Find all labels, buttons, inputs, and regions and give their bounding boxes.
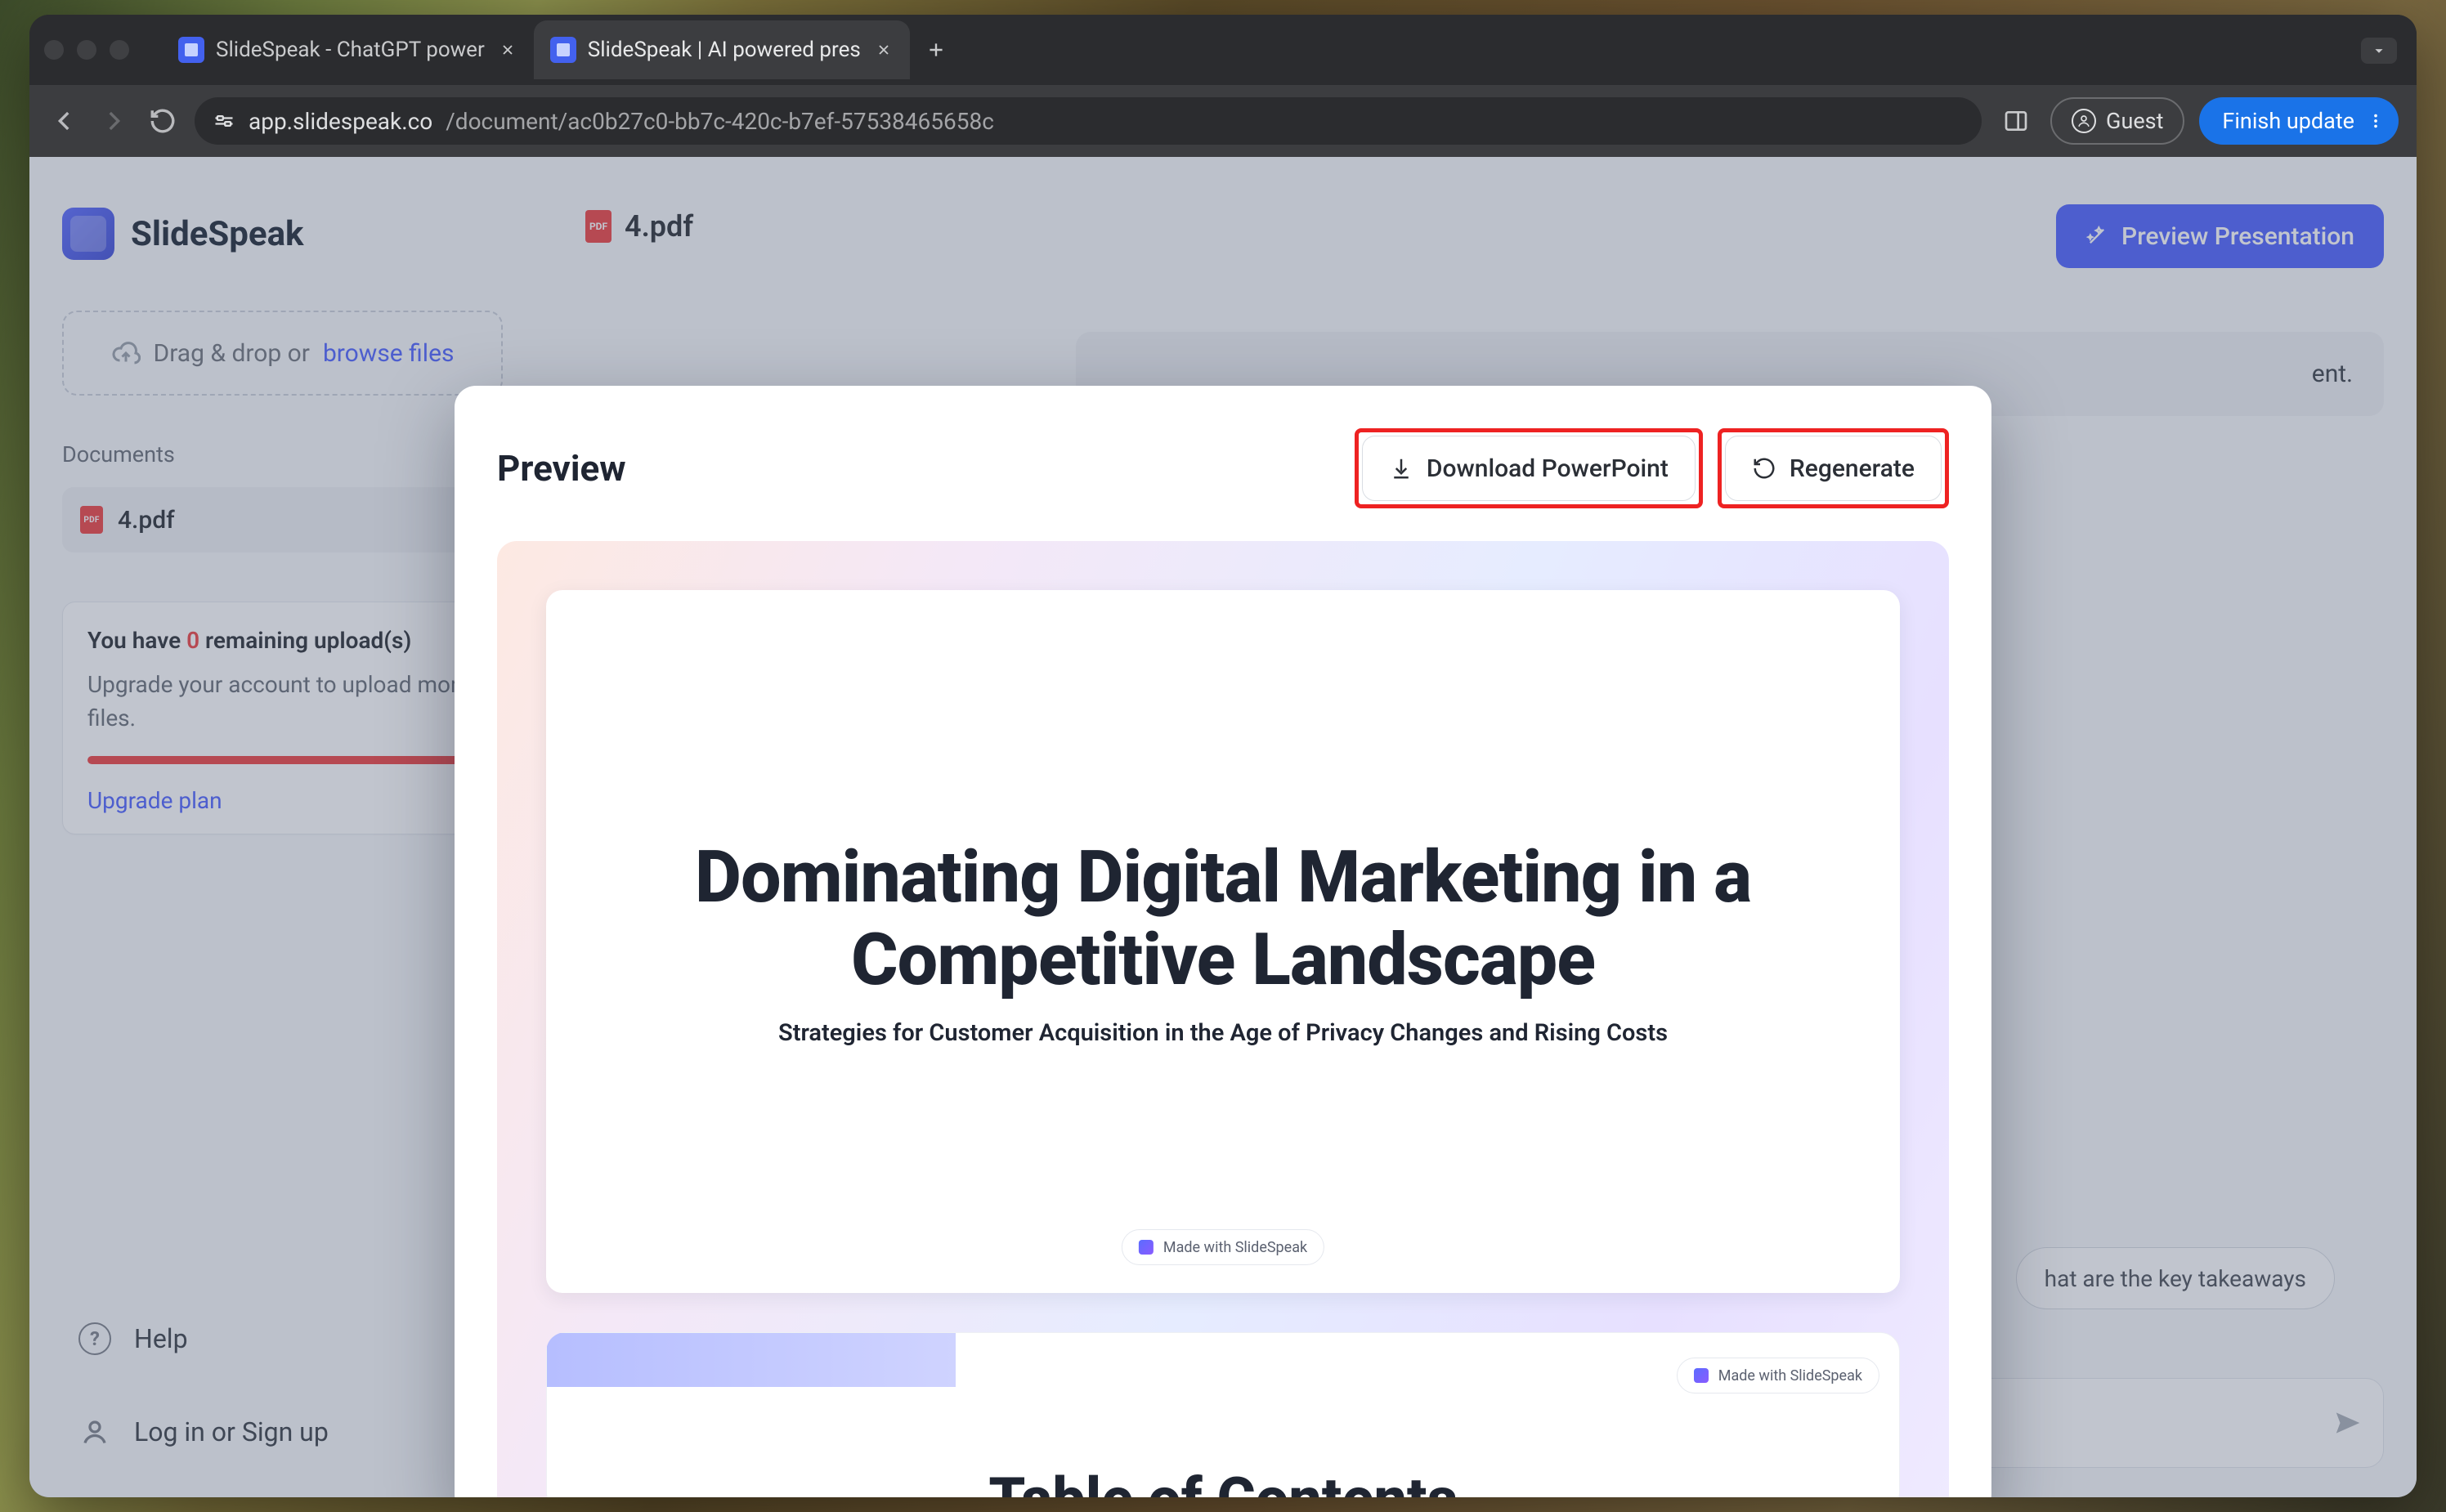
tab-label: SlideSpeak - ChatGPT power (216, 38, 485, 62)
slide-2-title: Table of Contents (988, 1465, 1457, 1497)
site-settings-icon[interactable] (213, 110, 235, 132)
made-with-label: Made with SlideSpeak (1718, 1367, 1862, 1385)
slide-2-accent (547, 1333, 956, 1387)
url-path: /document/ac0b27c0-bb7c-420c-b7ef-575384… (446, 108, 994, 135)
favicon-icon (178, 37, 204, 63)
slide-1[interactable]: Dominating Digital Marketing in a Compet… (546, 590, 1900, 1293)
side-panel-button[interactable] (1996, 101, 2036, 141)
tab-strip: SlideSpeak - ChatGPT power SlideSpeak | … (162, 15, 2402, 85)
tab-overflow-button[interactable] (2361, 38, 2397, 64)
made-with-label: Made with SlideSpeak (1163, 1239, 1307, 1256)
reload-button[interactable] (146, 104, 180, 138)
download-label: Download PowerPoint (1427, 454, 1669, 483)
brand-square-icon (1139, 1240, 1154, 1255)
profile-label: Guest (2106, 108, 2163, 134)
highlight-download: Download PowerPoint (1355, 428, 1703, 508)
preview-modal: Preview Download PowerPoint Regenerate (455, 386, 1991, 1497)
made-with-badge: Made with SlideSpeak (1677, 1358, 1879, 1393)
update-button[interactable]: Finish update (2199, 97, 2399, 145)
traffic-zoom[interactable] (110, 40, 129, 60)
avatar-icon (2072, 109, 2096, 133)
traffic-minimize[interactable] (77, 40, 96, 60)
slide-canvas: Dominating Digital Marketing in a Compet… (497, 541, 1949, 1497)
browser-window: SlideSpeak - ChatGPT power SlideSpeak | … (29, 15, 2417, 1497)
forward-button[interactable] (96, 104, 131, 138)
traffic-close[interactable] (44, 40, 64, 60)
slide-title: Dominating Digital Marketing in a Compet… (610, 836, 1836, 1001)
url-host: app.slidespeak.co (249, 108, 432, 135)
kebab-icon[interactable] (2366, 112, 2386, 130)
close-tab-icon[interactable] (496, 38, 519, 61)
favicon-icon (550, 37, 576, 63)
download-powerpoint-button[interactable]: Download PowerPoint (1362, 436, 1696, 501)
highlight-regenerate: Regenerate (1718, 428, 1949, 508)
regenerate-button[interactable]: Regenerate (1725, 436, 1942, 501)
profile-button[interactable]: Guest (2050, 97, 2184, 145)
regenerate-icon (1752, 456, 1776, 481)
made-with-badge: Made with SlideSpeak (1122, 1229, 1324, 1265)
new-tab-button[interactable] (916, 30, 956, 69)
tab-label: SlideSpeak | AI powered pres (588, 38, 861, 62)
modal-actions: Download PowerPoint Regenerate (1355, 428, 1949, 508)
slide-2-peek: Made with SlideSpeak Table of Contents (546, 1332, 1900, 1497)
modal-title: Preview (497, 447, 626, 490)
app-viewport: SlideSpeak 4.pdf Preview Presentation Dr… (29, 157, 2417, 1497)
address-bar[interactable]: app.slidespeak.co/document/ac0b27c0-bb7c… (195, 97, 1982, 145)
close-tab-icon[interactable] (872, 38, 895, 61)
browser-tab-1[interactable]: SlideSpeak | AI powered pres (534, 20, 910, 79)
update-label: Finish update (2222, 108, 2354, 134)
modal-header: Preview Download PowerPoint Regenerate (497, 428, 1949, 508)
window-controls[interactable] (44, 40, 129, 60)
regenerate-label: Regenerate (1790, 454, 1915, 483)
browser-toolbar: app.slidespeak.co/document/ac0b27c0-bb7c… (29, 85, 2417, 157)
slide-subtitle: Strategies for Customer Acquisition in t… (778, 1019, 1668, 1047)
slide-2[interactable]: Made with SlideSpeak Table of Contents (546, 1332, 1900, 1497)
browser-tab-0[interactable]: SlideSpeak - ChatGPT power (162, 20, 534, 79)
brand-square-icon (1694, 1368, 1709, 1383)
download-icon (1389, 456, 1413, 481)
titlebar: SlideSpeak - ChatGPT power SlideSpeak | … (29, 15, 2417, 85)
back-button[interactable] (47, 104, 82, 138)
